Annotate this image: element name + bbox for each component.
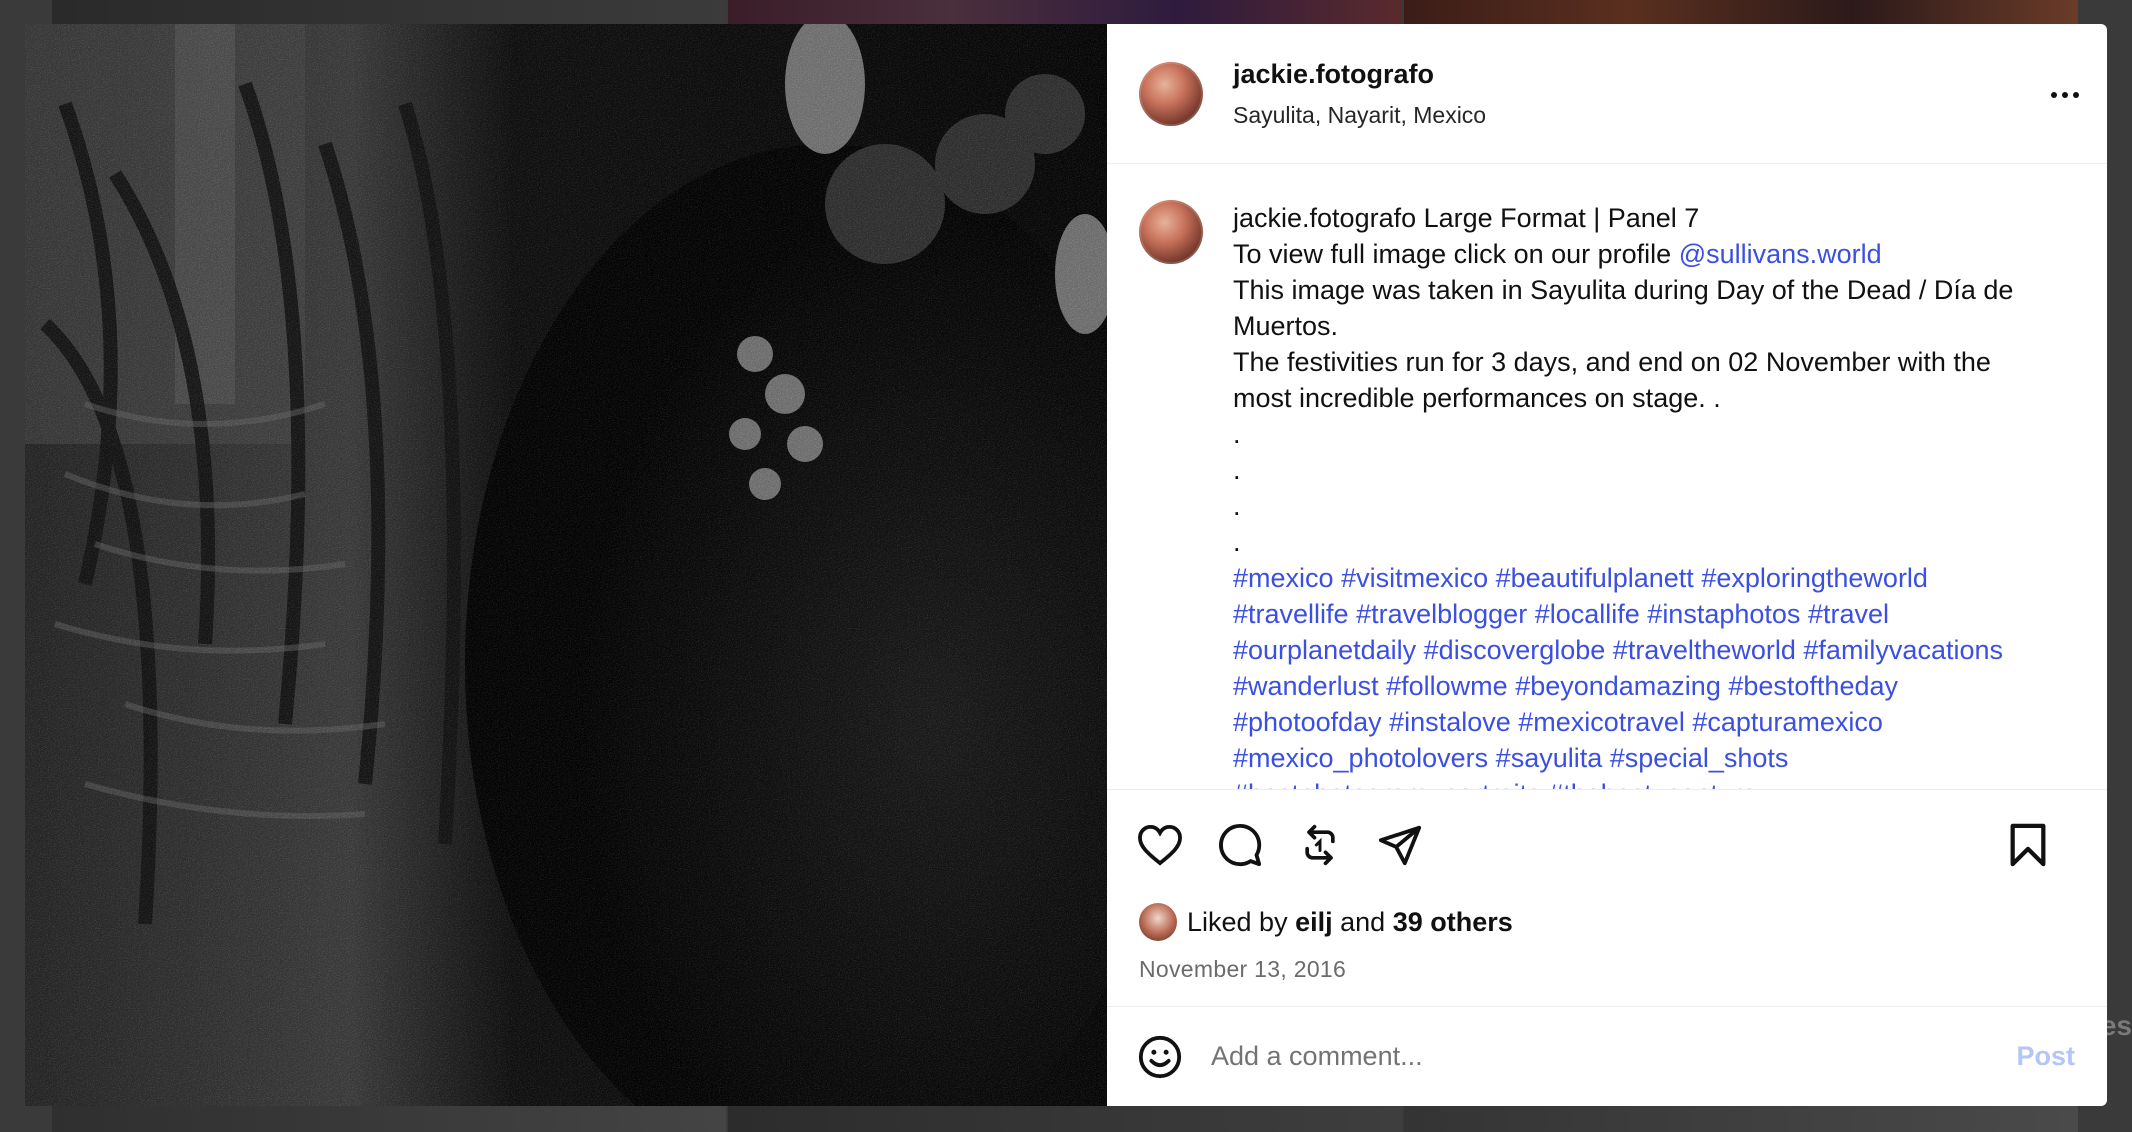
smiley-icon bbox=[1138, 1035, 1182, 1078]
hashtag-link[interactable]: #travelblogger bbox=[1356, 599, 1527, 629]
heart-icon bbox=[1138, 824, 1182, 866]
hashtag-link[interactable]: #capturamexico bbox=[1692, 707, 1883, 737]
caption-taken-line: This image was taken in Sayulita during … bbox=[1233, 275, 2014, 341]
background-thumbnail[interactable] bbox=[52, 1106, 726, 1132]
action-bar bbox=[1107, 790, 2107, 900]
comment-button[interactable] bbox=[1215, 820, 1265, 870]
liker-avatar[interactable] bbox=[1139, 903, 1177, 941]
likes-and: and bbox=[1340, 906, 1386, 937]
caption-title: Large Format | Panel 7 bbox=[1423, 203, 1700, 233]
share-button[interactable] bbox=[1375, 820, 1425, 870]
hashtag-link[interactable]: #familyvacations bbox=[1803, 635, 2003, 665]
caption-festivities-line: The festivities run for 3 days, and end … bbox=[1233, 347, 1991, 413]
caption-profile-text: To view full image click on our profile bbox=[1233, 239, 1679, 269]
liker-username[interactable]: eilj bbox=[1295, 907, 1333, 937]
share-icon bbox=[1378, 825, 1422, 866]
hashtag-link[interactable]: #mexicotravel bbox=[1518, 707, 1685, 737]
hashtag-link[interactable]: #visitmexico bbox=[1341, 563, 1488, 593]
hashtag-link[interactable]: #beautifulplanett bbox=[1496, 563, 1694, 593]
hashtag-link[interactable]: #mexico_photolovers bbox=[1233, 743, 1488, 773]
background-thumbnail[interactable] bbox=[52, 0, 726, 24]
comment-icon bbox=[1219, 823, 1262, 867]
comment-input[interactable] bbox=[1209, 1040, 1973, 1073]
author-avatar[interactable] bbox=[1139, 61, 1203, 126]
emoji-button[interactable] bbox=[1135, 1032, 1185, 1082]
hashtag-link[interactable]: #thebest_capture bbox=[1548, 779, 1757, 789]
background-thumbnail[interactable] bbox=[728, 1106, 1402, 1132]
post-photo[interactable] bbox=[25, 24, 1107, 1106]
profile-mention-link[interactable]: @sullivans.world bbox=[1679, 239, 1882, 269]
hashtag-link[interactable]: #bestphotogram_portraits bbox=[1233, 779, 1541, 789]
photo-image bbox=[25, 24, 1107, 1106]
hashtag-link[interactable]: #beyondamazing bbox=[1515, 671, 1721, 701]
hashtag-link[interactable]: #travel bbox=[1808, 599, 1889, 629]
caption-author-avatar[interactable] bbox=[1139, 200, 1203, 264]
comment-bar: Post bbox=[1107, 1006, 2107, 1106]
hashtag-link[interactable]: #special_shots bbox=[1610, 743, 1789, 773]
caption-username[interactable]: jackie.fotografo bbox=[1233, 203, 1416, 233]
repost-button[interactable] bbox=[1295, 820, 1345, 870]
repost-icon bbox=[1305, 824, 1335, 866]
caption-dot: . bbox=[1233, 419, 1241, 449]
caption-dot: . bbox=[1233, 527, 1241, 557]
hashtag-link[interactable]: #photoofday bbox=[1233, 707, 1382, 737]
post-modal: jackie.fotografo Sayulita, Nayarit, Mexi… bbox=[25, 24, 2107, 1106]
hashtag-link[interactable]: #followme bbox=[1386, 671, 1508, 701]
background-thumbnail[interactable] bbox=[1404, 1106, 2078, 1132]
hashtag-link[interactable]: #traveltheworld bbox=[1613, 635, 1796, 665]
hashtag-link[interactable]: #sayulita bbox=[1496, 743, 1603, 773]
post-date[interactable]: November 13, 2016 bbox=[1107, 956, 2107, 983]
likes-prefix: Liked by bbox=[1187, 906, 1288, 937]
background-thumbnail[interactable] bbox=[1404, 0, 2078, 24]
hashtag-link[interactable]: #instaphotos bbox=[1647, 599, 1800, 629]
caption-dot: . bbox=[1233, 455, 1241, 485]
likes-count-link[interactable]: 39 others bbox=[1393, 907, 1513, 937]
hashtag-link[interactable]: #discoverglobe bbox=[1424, 635, 1606, 665]
post-location[interactable]: Sayulita, Nayarit, Mexico bbox=[1233, 102, 1486, 129]
hashtag-link[interactable]: #mexico bbox=[1233, 563, 1334, 593]
post-side-panel: jackie.fotografo Sayulita, Nayarit, Mexi… bbox=[1107, 24, 2107, 1106]
bookmark-icon bbox=[2010, 823, 2046, 867]
save-button[interactable] bbox=[2003, 820, 2053, 870]
hashtag-link[interactable]: #instalove bbox=[1389, 707, 1511, 737]
caption-text: jackie.fotografo Large Format | Panel 7 … bbox=[1233, 200, 2033, 789]
likes-summary: Liked by eilj and 39 others bbox=[1107, 900, 2107, 944]
hashtag-link[interactable]: #exploringtheworld bbox=[1701, 563, 1928, 593]
caption-dot: . bbox=[1233, 491, 1241, 521]
author-username[interactable]: jackie.fotografo bbox=[1233, 59, 1486, 90]
like-button[interactable] bbox=[1135, 820, 1185, 870]
post-header: jackie.fotografo Sayulita, Nayarit, Mexi… bbox=[1107, 24, 2107, 164]
more-horizontal-icon bbox=[2051, 92, 2057, 98]
caption-scroll-area[interactable]: jackie.fotografo Large Format | Panel 7 … bbox=[1107, 164, 2107, 790]
hashtag-list: #mexico #visitmexico #beautifulplanett #… bbox=[1233, 560, 2033, 789]
hashtag-link[interactable]: #bestoftheday bbox=[1728, 671, 1898, 701]
hashtag-link[interactable]: #wanderlust bbox=[1233, 671, 1379, 701]
more-options-button[interactable] bbox=[2045, 80, 2085, 110]
post-comment-button[interactable]: Post bbox=[2016, 1041, 2075, 1072]
background-thumbnail[interactable] bbox=[728, 0, 1402, 24]
hashtag-link[interactable]: #locallife bbox=[1535, 599, 1640, 629]
hashtag-link[interactable]: #travellife bbox=[1233, 599, 1349, 629]
hashtag-link[interactable]: #ourplanetdaily bbox=[1233, 635, 1416, 665]
